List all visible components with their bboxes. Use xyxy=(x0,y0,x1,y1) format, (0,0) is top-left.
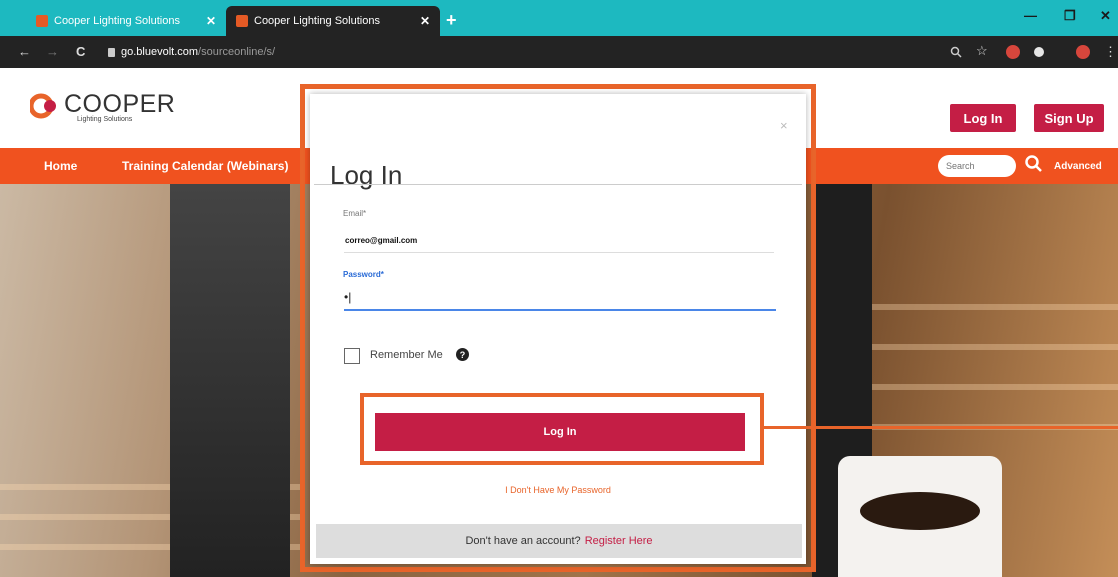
favicon-icon xyxy=(36,15,48,27)
browser-tab-1[interactable]: Cooper Lighting Solutions ✕ xyxy=(26,6,226,36)
forgot-password-link[interactable]: I Don't Have My Password xyxy=(310,485,806,495)
star-icon[interactable]: ☆ xyxy=(976,43,988,59)
url-path: /sourceonline/s/ xyxy=(198,46,276,58)
help-icon[interactable]: ? xyxy=(456,348,469,361)
back-arrow-icon[interactable]: ← xyxy=(18,44,31,59)
extension-icon[interactable] xyxy=(1034,47,1044,57)
logo-tagline: Lighting Solutions xyxy=(77,116,133,123)
search-input[interactable] xyxy=(938,155,1016,177)
advanced-search-link[interactable]: Advanced xyxy=(1054,161,1102,172)
profile-avatar[interactable] xyxy=(1076,45,1090,59)
logo-name: COOPER xyxy=(64,90,176,118)
password-field[interactable]: •| xyxy=(344,290,351,304)
email-underline xyxy=(344,252,774,253)
new-tab-button[interactable]: + xyxy=(446,10,457,31)
browser-tab-2-active[interactable]: Cooper Lighting Solutions ✕ xyxy=(226,6,440,36)
cooper-logo-icon xyxy=(30,93,56,119)
login-button[interactable]: Log In xyxy=(375,413,745,451)
coffee-image xyxy=(860,492,980,530)
header-login-button[interactable]: Log In xyxy=(950,104,1016,132)
nav-training-calendar[interactable]: Training Calendar (Webinars) xyxy=(122,159,288,173)
close-icon[interactable]: × xyxy=(780,118,788,133)
email-label: Email* xyxy=(343,209,367,218)
tab-title: Cooper Lighting Solutions xyxy=(54,15,180,27)
url-host: go.bluevolt.com xyxy=(121,46,199,58)
remember-me-label: Remember Me xyxy=(370,349,443,361)
register-bar: Don't have an account? Register Here xyxy=(316,524,802,558)
menu-dots-icon[interactable]: ⋮ xyxy=(1104,44,1117,60)
email-field[interactable]: correo@gmail.com xyxy=(345,236,417,245)
url-field[interactable]: go.bluevolt.com /sourceonline/s/ xyxy=(108,41,928,63)
zoom-icon[interactable] xyxy=(950,46,962,58)
maximize-icon[interactable]: ❐ xyxy=(1064,8,1076,24)
search-icon[interactable] xyxy=(1024,154,1044,174)
callout-line xyxy=(764,426,1118,429)
remember-me-checkbox[interactable] xyxy=(344,348,360,364)
close-tab-icon[interactable]: ✕ xyxy=(206,14,216,28)
minimize-icon[interactable]: — xyxy=(1024,8,1037,23)
password-underline xyxy=(344,309,776,311)
password-label: Password* xyxy=(343,270,384,279)
modal-title: Log In xyxy=(330,160,403,190)
extension-icon[interactable] xyxy=(1006,45,1020,59)
header-signup-button[interactable]: Sign Up xyxy=(1034,104,1104,132)
lock-icon xyxy=(108,47,115,57)
close-tab-icon[interactable]: ✕ xyxy=(420,14,430,28)
register-prompt: Don't have an account? xyxy=(465,535,581,547)
forward-arrow-icon[interactable]: → xyxy=(46,44,59,59)
divider xyxy=(314,184,802,185)
register-link[interactable]: Register Here xyxy=(585,535,653,547)
nav-home[interactable]: Home xyxy=(44,159,77,173)
laptop-image xyxy=(170,184,290,577)
favicon-icon xyxy=(236,15,248,27)
window-close-icon[interactable]: ✕ xyxy=(1100,8,1111,24)
tab-title: Cooper Lighting Solutions xyxy=(254,15,380,27)
reload-icon[interactable]: C xyxy=(76,44,85,59)
